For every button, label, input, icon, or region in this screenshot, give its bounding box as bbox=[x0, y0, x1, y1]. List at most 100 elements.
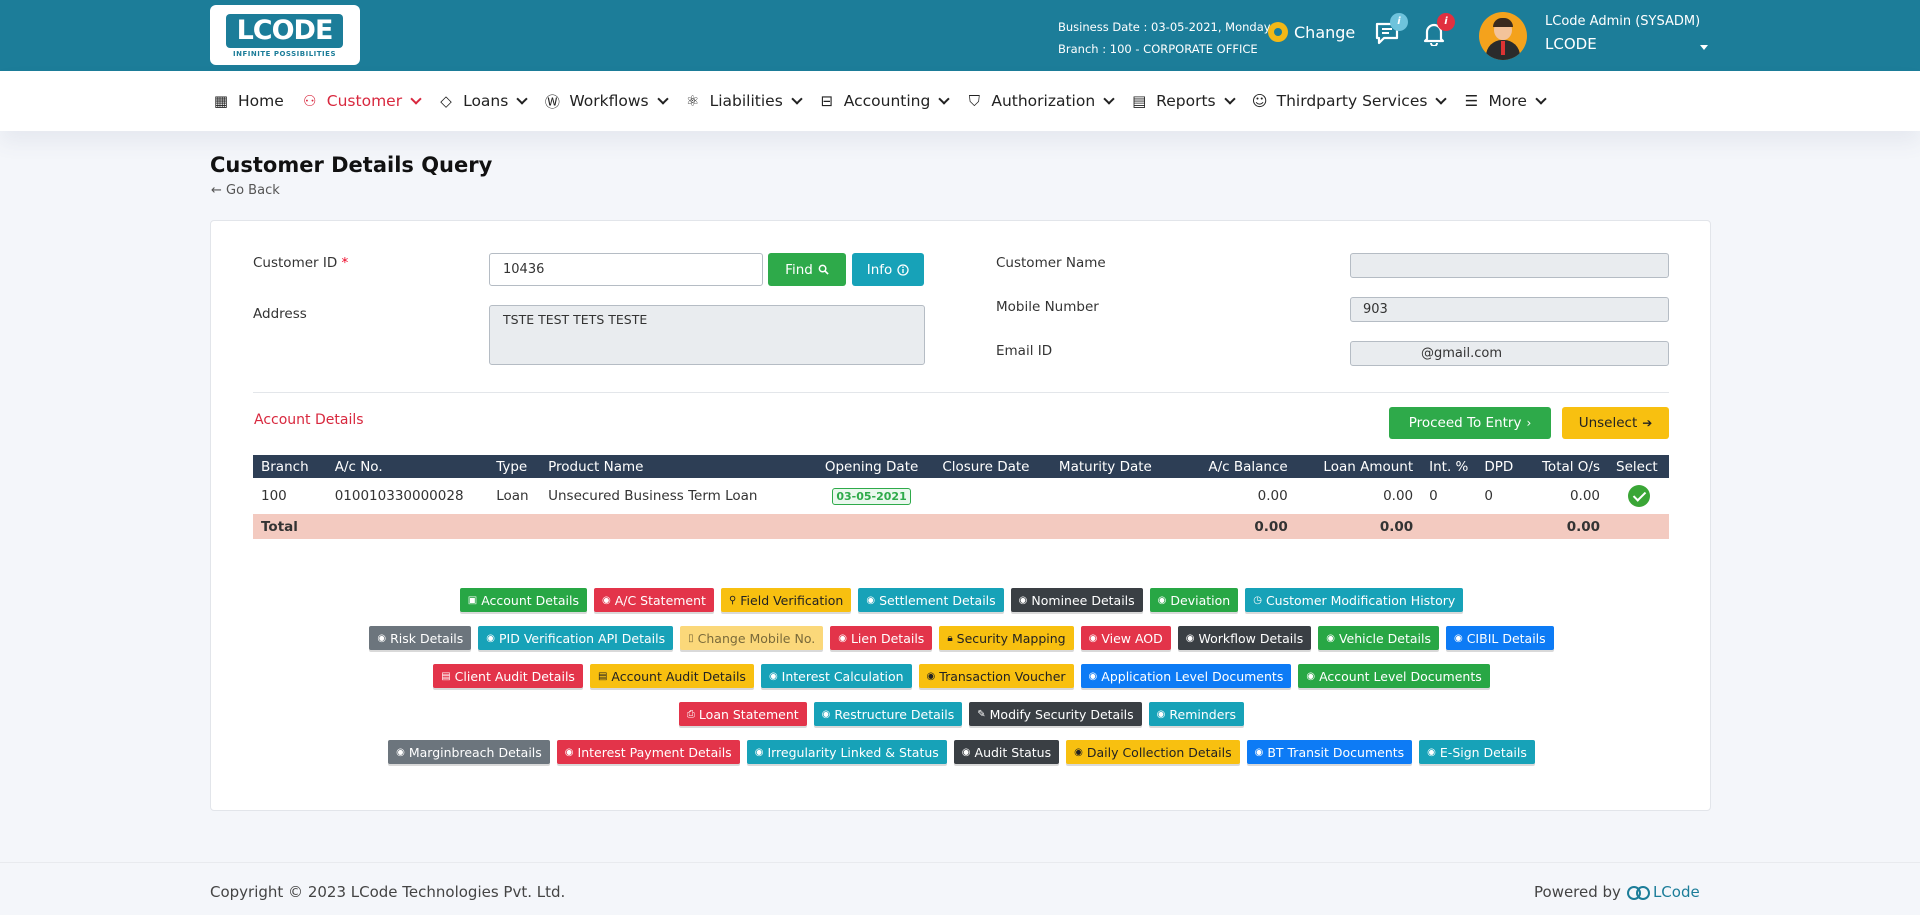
logo[interactable]: LCODE INFINITE POSSIBILITIES bbox=[210, 5, 360, 65]
eye-icon: ◉ bbox=[1157, 594, 1167, 606]
total-empty-cell bbox=[326, 514, 489, 539]
e-sign-details-button[interactable]: ◉ E-Sign Details bbox=[1419, 740, 1535, 764]
accounts-table: Branch A/c No. Type Product Name Opening Dat… bbox=[253, 455, 1669, 539]
shield-icon: ⛉ bbox=[968, 92, 980, 110]
interest-calculation-button[interactable]: ◉ Interest Calculation bbox=[760, 664, 912, 688]
brand-link[interactable]: LCode bbox=[1626, 883, 1700, 901]
deviation-button[interactable]: ◉ Deviation bbox=[1149, 588, 1239, 612]
risk-details-button[interactable]: ◉ Risk Details bbox=[369, 626, 472, 650]
business-info: Business Date : 03-05-2021, Monday Branc… bbox=[1058, 16, 1271, 60]
messages-button[interactable]: i bbox=[1374, 13, 1408, 50]
nominee-details-button[interactable]: ◉ Nominee Details bbox=[1010, 588, 1143, 612]
workflow-details-button[interactable]: ◉ Workflow Details bbox=[1177, 626, 1312, 650]
lien-details-button[interactable]: ◉ Lien Details bbox=[830, 626, 933, 650]
nav-item-reports[interactable]: ▤ Reports bbox=[1130, 92, 1236, 110]
address-textarea[interactable]: TSTE TEST TETS TESTE bbox=[489, 305, 925, 365]
avatar[interactable] bbox=[1479, 12, 1527, 60]
nav-item-authorization[interactable]: ⛉ Authorization bbox=[965, 92, 1115, 110]
field-verification-button[interactable]: ⚲ Field Verification bbox=[720, 588, 852, 612]
table-row[interactable]: 100 010010330000028 Loan Unsecured Business… bbox=[253, 478, 1669, 514]
restructure-details-button[interactable]: ◉ Restructure Details bbox=[813, 702, 963, 726]
nav-item-label: Workflows bbox=[569, 92, 649, 110]
customer-modification-history-button[interactable]: ◷ Customer Modification History bbox=[1245, 588, 1464, 612]
nav-item-customer[interactable]: ⚇ Customer bbox=[301, 92, 422, 110]
info-button[interactable]: Info bbox=[852, 253, 924, 286]
user-menu[interactable]: LCode Admin (SYSADM) LCODE bbox=[1545, 14, 1700, 53]
view-aod-button[interactable]: ◉ View AOD bbox=[1080, 626, 1171, 650]
unselect-button[interactable]: Unselect ➔ bbox=[1562, 407, 1669, 439]
settlement-details-button[interactable]: ◉ Settlement Details bbox=[858, 588, 1004, 612]
daily-collection-details-button[interactable]: ◉ Daily Collection Details bbox=[1066, 740, 1240, 764]
total-empty-cell bbox=[1421, 514, 1477, 539]
eye-icon: ◉ bbox=[1074, 746, 1083, 758]
nav-item-thirdparty-services[interactable]: ☺ Thirdparty Services bbox=[1251, 92, 1448, 110]
action-button-label: Loan Statement bbox=[698, 706, 799, 722]
eye-icon: ◉ bbox=[866, 594, 876, 606]
nav-item-liabilities[interactable]: ⚛ Liabilities bbox=[684, 92, 803, 110]
change-mobile-no-button[interactable]: ▯ Change Mobile No. bbox=[680, 626, 824, 650]
column-header: DPD bbox=[1476, 455, 1529, 478]
footer: Copyright © 2023 LCode Technologies Pvt.… bbox=[0, 862, 1920, 915]
nav-item-label: Reports bbox=[1156, 92, 1216, 110]
vehicle-details-button[interactable]: ◉ Vehicle Details bbox=[1318, 626, 1439, 650]
transaction-voucher-button[interactable]: ◉ Transaction Voucher bbox=[918, 664, 1074, 688]
account-level-documents-button[interactable]: ◉ Account Level Documents bbox=[1298, 664, 1490, 688]
proceed-to-entry-button[interactable]: Proceed To Entry › bbox=[1389, 407, 1551, 439]
action-button-label: Transaction Voucher bbox=[939, 668, 1066, 684]
mobile-number-field[interactable]: 903 bbox=[1350, 297, 1669, 322]
email-field[interactable]: @gmail.com bbox=[1350, 341, 1669, 366]
interest-payment-details-button[interactable]: ◉ Interest Payment Details bbox=[556, 740, 740, 764]
caret-down-icon[interactable] bbox=[1700, 45, 1708, 50]
column-header: A/c No. bbox=[326, 455, 489, 478]
notifications-button[interactable]: i bbox=[1421, 13, 1455, 50]
nav-item-home[interactable]: ▦ Home bbox=[212, 92, 284, 110]
client-audit-details-button[interactable]: ▤ Client Audit Details bbox=[433, 664, 583, 688]
action-button-label: Interest Calculation bbox=[781, 668, 904, 684]
a-c-statement-button[interactable]: ◉ A/C Statement bbox=[593, 588, 714, 612]
nav-items: ▦ Home ⚇ Customer ◇ Loans Ⓦ Workflows ⚛ Liabiliti… bbox=[212, 71, 1562, 131]
go-back-link[interactable]: ← Go Back bbox=[211, 183, 280, 198]
nav-item-loans[interactable]: ◇ Loans bbox=[437, 92, 528, 110]
total-label: Total bbox=[253, 514, 327, 539]
nav-item-accounting[interactable]: ⊟ Accounting bbox=[818, 92, 951, 110]
action-button-label: Client Audit Details bbox=[454, 668, 575, 684]
modify-security-details-button[interactable]: ✎ Modify Security Details bbox=[969, 702, 1142, 726]
eye-icon: ◉ bbox=[838, 632, 847, 644]
find-button[interactable]: Find bbox=[768, 253, 846, 286]
customer-id-input[interactable]: 10436 bbox=[489, 253, 763, 286]
customer-name-field[interactable] bbox=[1350, 253, 1669, 278]
lock-icon: 🔒︎ bbox=[947, 632, 953, 644]
cell-select[interactable] bbox=[1608, 478, 1669, 514]
chevron-down-icon bbox=[791, 93, 803, 105]
check-circle-icon[interactable] bbox=[1627, 485, 1650, 507]
eye-icon: ◉ bbox=[1427, 746, 1436, 758]
change-button[interactable]: Change bbox=[1268, 22, 1355, 42]
security-mapping-button[interactable]: 🔒︎ Security Mapping bbox=[939, 626, 1074, 650]
loan-statement-button[interactable]: ⎙ Loan Statement bbox=[678, 702, 807, 726]
eye-icon: ◉ bbox=[396, 746, 405, 758]
bt-transit-documents-button[interactable]: ◉ BT Transit Documents bbox=[1246, 740, 1413, 764]
sign-out-icon: ➔ bbox=[1642, 416, 1653, 430]
action-button-label: Settlement Details bbox=[879, 592, 996, 608]
eye-icon: ◉ bbox=[1018, 594, 1028, 606]
reminders-button[interactable]: ◉ Reminders bbox=[1148, 702, 1245, 726]
top-header: LCODE INFINITE POSSIBILITIES Business Da… bbox=[0, 0, 1920, 71]
chevron-right-icon: › bbox=[1526, 416, 1532, 430]
application-level-documents-button[interactable]: ◉ Application Level Documents bbox=[1080, 664, 1292, 688]
eye-icon: ◉ bbox=[754, 746, 764, 758]
nav-item-more[interactable]: ☰ More bbox=[1462, 92, 1547, 110]
file-icon: ▤ bbox=[597, 670, 608, 682]
irregularity-linked-status-button[interactable]: ◉ Irregularity Linked & Status bbox=[746, 740, 947, 764]
nav-item-workflows[interactable]: Ⓦ Workflows bbox=[543, 92, 669, 111]
account-details-button[interactable]: ▣ Account Details bbox=[459, 588, 587, 612]
account-audit-details-button[interactable]: ▤ Account Audit Details bbox=[589, 664, 754, 688]
branch-info: Branch : 100 - CORPORATE OFFICE bbox=[1058, 42, 1258, 56]
cibil-details-button[interactable]: ◉ CIBIL Details bbox=[1445, 626, 1554, 650]
mobile-number-label: Mobile Number bbox=[996, 299, 1099, 315]
audit-status-button[interactable]: ◉ Audit Status bbox=[953, 740, 1060, 764]
marginbreach-details-button[interactable]: ◉ Marginbreach Details bbox=[388, 740, 550, 764]
pid-verification-api-details-button[interactable]: ◉ PID Verification API Details bbox=[478, 626, 674, 650]
cell-interest: 0 bbox=[1429, 488, 1438, 504]
total-total-os: 0.00 bbox=[1528, 514, 1609, 539]
total-empty-cell bbox=[488, 514, 541, 539]
